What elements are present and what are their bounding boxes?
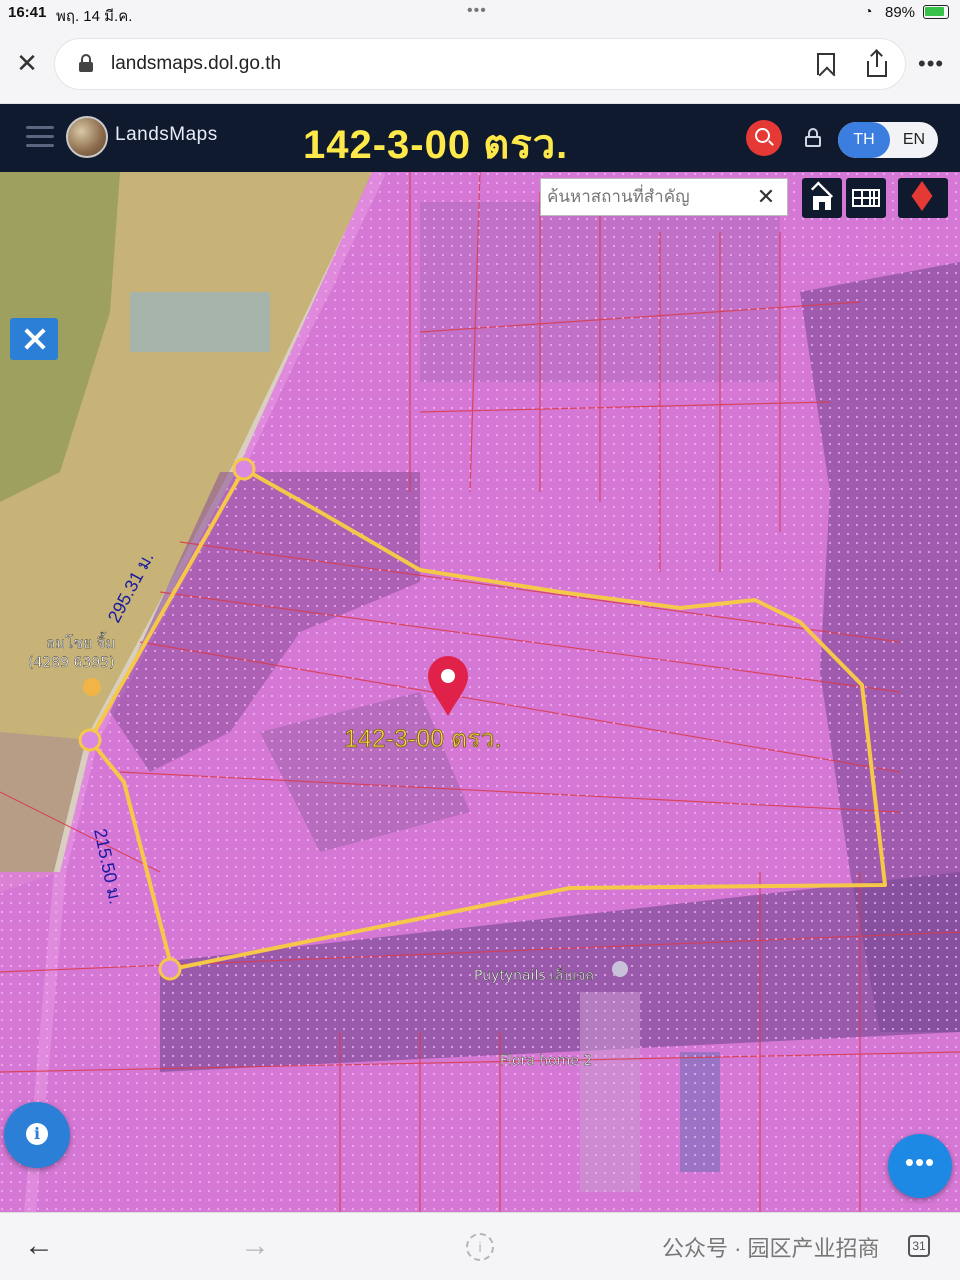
bookmark-icon[interactable]: [817, 53, 835, 75]
info-icon: i: [26, 1123, 48, 1145]
back-arrow-icon[interactable]: ←: [24, 1229, 54, 1263]
grid-icon: [852, 189, 880, 207]
search-icon[interactable]: [746, 120, 782, 156]
clear-search-icon[interactable]: ✕: [745, 179, 787, 215]
info-button[interactable]: i: [4, 1102, 70, 1168]
home-button[interactable]: [802, 178, 842, 218]
layers-button[interactable]: [898, 178, 948, 218]
boundary-vertex[interactable]: [232, 457, 256, 481]
tabs-icon[interactable]: 31: [908, 1235, 930, 1257]
app-logo: [66, 116, 108, 158]
map-search-input[interactable]: [541, 179, 741, 215]
lang-th-button[interactable]: TH: [838, 122, 890, 158]
status-date: พฤ. 14 มี.ค.: [56, 8, 133, 25]
watermark-text: 公众号 · 园区产业招商: [662, 1236, 880, 1261]
menu-icon[interactable]: [26, 126, 54, 148]
more-actions-button[interactable]: •••: [888, 1134, 952, 1198]
map-view[interactable]: 142-3-00 ตรว. 295.31 ม. 215.50 ม. ลมโชย …: [0, 172, 960, 1212]
forward-arrow-icon[interactable]: →: [240, 1229, 270, 1263]
place-label: (4289 6395): [28, 655, 115, 671]
grid-button[interactable]: [846, 178, 886, 218]
reader-mode-icon[interactable]: i: [466, 1233, 494, 1261]
map-search-box[interactable]: ✕: [540, 178, 788, 216]
area-label: 142-3-00 ตรว.: [344, 725, 502, 753]
place-label: Flora home 2: [500, 1053, 592, 1069]
battery-percent: 89%: [885, 4, 916, 21]
language-toggle[interactable]: TH EN: [838, 122, 938, 158]
wifi-icon: ◔: [864, 3, 873, 19]
page-title: 142-3-00 ตรว.: [303, 123, 569, 167]
building-cluster: [130, 292, 270, 352]
lock-icon: [79, 54, 93, 72]
app-name: LandsMaps: [115, 124, 218, 145]
address-bar[interactable]: landsmaps.dol.go.th: [54, 38, 906, 90]
browser-bottom-bar: ← → i 公众号 · 园区产业招商 31: [0, 1212, 960, 1280]
layers-icon: [911, 181, 933, 211]
multitask-dots-icon[interactable]: •••: [467, 2, 487, 20]
close-icon[interactable]: ✕: [12, 48, 42, 78]
status-time: 16:41: [8, 4, 47, 21]
share-icon[interactable]: [865, 51, 889, 79]
browser-toolbar: ✕ landsmaps.dol.go.th •••: [0, 26, 960, 104]
more-options-icon[interactable]: •••: [918, 53, 944, 75]
url-text: landsmaps.dol.go.th: [111, 53, 282, 74]
measure-tool-button[interactable]: [10, 318, 58, 360]
map-canvas[interactable]: 142-3-00 ตรว. 295.31 ม. 215.50 ม. ลมโชย …: [0, 172, 960, 1212]
place-label: Puytynails เล็บเจล: [474, 966, 594, 984]
place-label: ลมโชย จิ้ม: [46, 632, 116, 652]
lang-en-button[interactable]: EN: [890, 122, 938, 158]
app-header: LandsMaps 142-3-00 ตรว. TH EN: [0, 104, 960, 172]
poi-icon[interactable]: [83, 678, 101, 696]
boundary-vertex[interactable]: [158, 957, 182, 981]
boundary-vertex[interactable]: [78, 728, 102, 752]
lock-icon[interactable]: [805, 128, 821, 148]
status-bar: 16:41 พฤ. 14 มี.ค. ••• ◔ 89%: [0, 0, 960, 26]
poi-icon[interactable]: [612, 961, 628, 977]
battery-icon: [923, 5, 949, 19]
